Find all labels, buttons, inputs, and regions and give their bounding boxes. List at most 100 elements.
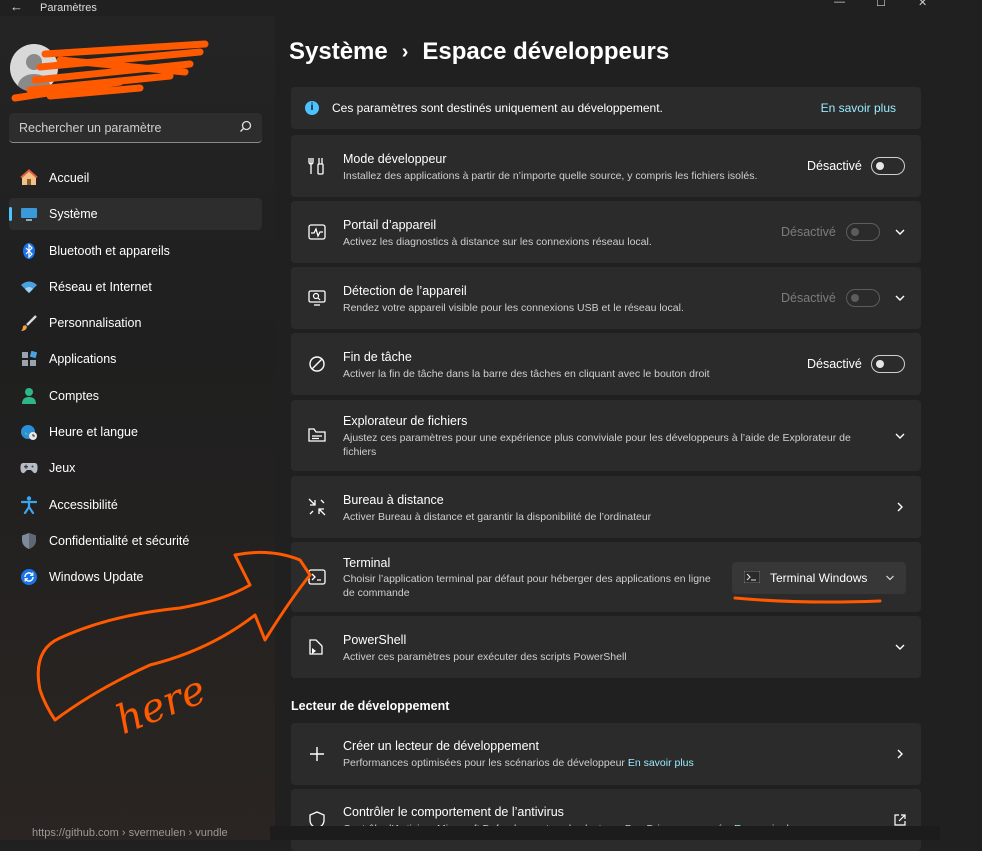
main-content: Système › Espace développeurs i Ces para… — [275, 16, 982, 851]
sidebar-item-accessibilite[interactable]: Accessibilité — [9, 489, 262, 521]
sidebar: Accueil Système Bluetooth et appareils R… — [0, 16, 275, 840]
chevron-right-icon[interactable] — [893, 747, 907, 761]
setting-title: Portail d’appareil — [343, 218, 437, 232]
info-icon: i — [305, 101, 319, 115]
status-url: https://github.com › svermeulen › vundle — [32, 827, 228, 839]
setting-title: Explorateur de fichiers — [343, 414, 468, 428]
setting-card-remote-desktop[interactable]: Bureau à distance Activer Bureau à dista… — [291, 476, 921, 538]
close-button[interactable]: ✕ — [918, 0, 927, 9]
setting-description: Performances optimisées pour les scénari… — [343, 756, 694, 770]
setting-description: Activer la fin de tâche dans la barre de… — [343, 368, 710, 380]
toggle-state-label: Désactivé — [807, 159, 862, 173]
sidebar-item-label: Comptes — [49, 388, 100, 403]
setting-card-file-explorer[interactable]: Explorateur de fichiers Ajustez ces para… — [291, 400, 921, 471]
sidebar-item-label: Heure et langue — [49, 425, 138, 440]
sidebar-item-label: Jeux — [49, 461, 76, 476]
chevron-down-icon[interactable] — [893, 291, 907, 305]
sidebar-item-label: Réseau et Internet — [49, 279, 152, 294]
apps-icon — [18, 349, 40, 369]
setting-title: Terminal — [343, 556, 391, 570]
sidebar-item-reseau[interactable]: Réseau et Internet — [9, 271, 262, 303]
setting-description: Choisir l’application terminal par défau… — [343, 573, 711, 599]
sidebar-item-label: Accessibilité — [49, 497, 118, 512]
sidebar-item-personnalisation[interactable]: Personnalisation — [9, 307, 262, 339]
breadcrumb-parent[interactable]: Système — [289, 38, 388, 66]
setting-title: Bureau à distance — [343, 493, 444, 507]
search-input[interactable] — [9, 113, 241, 143]
terminal-app-dropdown[interactable]: Terminal Windows — [732, 562, 906, 594]
setting-card-device-discovery[interactable]: Détection de l’appareil Rendez votre app… — [291, 267, 921, 329]
shield-icon — [18, 531, 40, 551]
sidebar-item-label: Applications — [49, 352, 117, 367]
sidebar-item-applications[interactable]: Applications — [9, 343, 262, 375]
back-arrow-icon[interactable]: ← — [10, 0, 23, 14]
chevron-right-icon[interactable] — [893, 500, 907, 514]
minimize-button[interactable]: — — [834, 0, 845, 8]
device-discovery-icon — [308, 290, 326, 306]
learn-more-link[interactable]: En savoir plus — [628, 757, 694, 769]
sidebar-item-label: Windows Update — [49, 570, 144, 585]
plus-icon — [310, 747, 324, 761]
gamepad-icon — [18, 458, 40, 478]
developer-mode-toggle[interactable] — [871, 157, 905, 175]
setting-card-create-dev-drive[interactable]: Créer un lecteur de développement Perfor… — [291, 723, 921, 785]
setting-description: Activer Bureau à distance et garantir la… — [343, 511, 652, 523]
sidebar-item-windows-update[interactable]: Windows Update — [9, 561, 262, 593]
accessibility-icon — [18, 495, 40, 515]
device-discovery-toggle[interactable] — [846, 289, 880, 307]
sidebar-item-bluetooth[interactable]: Bluetooth et appareils — [9, 235, 262, 267]
setting-card-antivirus[interactable]: Contrôler le comportement de l’antivirus… — [291, 789, 921, 851]
setting-card-powershell[interactable]: PowerShell Activer ces paramètres pour e… — [291, 616, 921, 678]
sidebar-nav: Accueil Système Bluetooth et appareils R… — [9, 162, 262, 598]
search-icon[interactable] — [239, 120, 252, 133]
sidebar-item-label: Système — [49, 207, 98, 222]
setting-card-end-task[interactable]: Fin de tâche Activer la fin de tâche dan… — [291, 333, 921, 395]
dropdown-selected-value: Terminal Windows — [770, 571, 868, 585]
chevron-down-icon[interactable] — [893, 429, 907, 443]
chevron-down-icon[interactable] — [893, 640, 907, 654]
update-icon — [18, 567, 40, 587]
title-bar: ← Paramètres — ☐ ✕ — [0, 0, 982, 16]
folder-icon — [308, 428, 326, 442]
setting-card-device-portal[interactable]: Portail d’appareil Activez les diagnosti… — [291, 201, 921, 263]
chevron-down-icon[interactable] — [893, 225, 907, 239]
sidebar-item-confidentialite[interactable]: Confidentialité et sécurité — [9, 525, 262, 557]
setting-card-developer-mode[interactable]: Mode développeur Installez des applicati… — [291, 135, 921, 197]
selection-indicator — [9, 207, 12, 222]
breadcrumb: Système › Espace développeurs — [289, 38, 669, 66]
setting-card-terminal[interactable]: Terminal Choisir l’application terminal … — [291, 542, 921, 612]
sidebar-item-comptes[interactable]: Comptes — [9, 380, 262, 412]
monitor-icon — [18, 204, 40, 224]
terminal-icon — [308, 569, 326, 585]
setting-description: Activez les diagnostics à distance sur l… — [343, 236, 652, 248]
sidebar-item-systeme[interactable]: Système — [9, 198, 262, 231]
remote-desktop-icon — [308, 498, 326, 516]
device-portal-toggle[interactable] — [846, 223, 880, 241]
setting-description: Activer ces paramètres pour exécuter des… — [343, 651, 627, 663]
powershell-icon — [309, 639, 323, 655]
sidebar-item-label: Bluetooth et appareils — [49, 243, 170, 258]
sidebar-item-jeux[interactable]: Jeux — [9, 452, 262, 484]
sidebar-item-accueil[interactable]: Accueil — [9, 162, 262, 194]
home-icon — [18, 168, 40, 188]
info-learn-more-link[interactable]: En savoir plus — [821, 101, 896, 115]
page-title: Espace développeurs — [422, 38, 670, 65]
redaction-scribble — [11, 40, 209, 102]
toggle-state-label: Désactivé — [781, 291, 836, 305]
maximize-button[interactable]: ☐ — [876, 0, 886, 9]
setting-title: Mode développeur — [343, 152, 447, 166]
search-box[interactable] — [9, 113, 262, 143]
app-title: Paramètres — [40, 2, 97, 14]
chevron-down-icon — [886, 575, 894, 581]
end-task-toggle[interactable] — [871, 355, 905, 373]
sidebar-item-label: Personnalisation — [49, 316, 142, 331]
info-text: Ces paramètres sont destinés uniquement … — [332, 101, 663, 115]
sidebar-item-heure-langue[interactable]: Heure et langue — [9, 416, 262, 448]
setting-description: Ajustez ces paramètres pour une expérien… — [343, 432, 851, 458]
user-profile[interactable] — [10, 40, 210, 104]
person-icon — [18, 386, 40, 406]
device-portal-icon — [308, 224, 326, 240]
sidebar-item-label: Accueil — [49, 171, 90, 185]
sidebar-item-label: Confidentialité et sécurité — [49, 533, 190, 548]
open-external-icon[interactable] — [893, 813, 907, 827]
